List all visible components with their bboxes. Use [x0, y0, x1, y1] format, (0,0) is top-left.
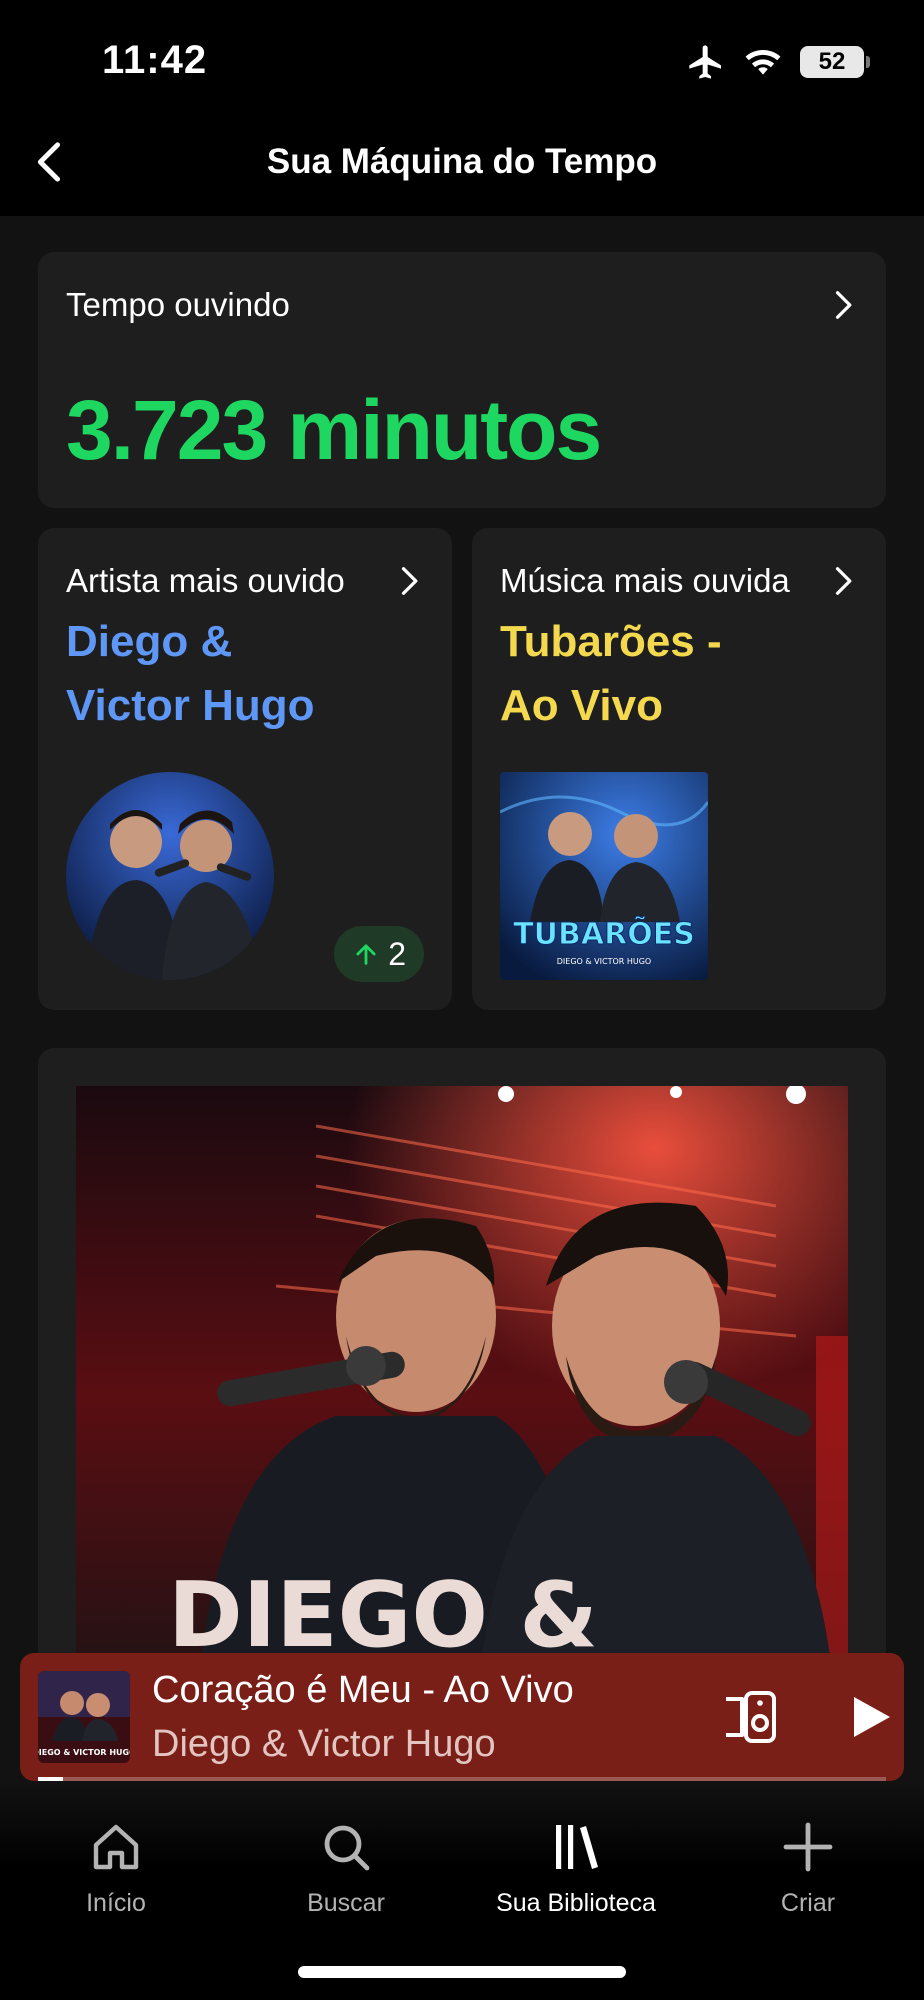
connect-device-button[interactable]: [720, 1687, 780, 1747]
page-title: Sua Máquina do Tempo: [266, 142, 658, 181]
tab-search-label: Buscar: [307, 1889, 385, 1917]
chevron-right-icon: [835, 291, 852, 319]
rank-change-value: 2: [388, 935, 406, 972]
tab-create[interactable]: Criar: [708, 1819, 908, 1918]
speaker-device-icon: [726, 1691, 776, 1743]
top-track-name: Tubarões - Ao Vivo: [500, 610, 840, 738]
airplane-icon: [689, 45, 721, 79]
home-icon: [93, 1824, 139, 1870]
battery-indicator: 52: [800, 46, 870, 78]
album-art: DIEGO &: [76, 1086, 848, 1706]
tab-home[interactable]: Início: [16, 1819, 216, 1918]
search-icon: [324, 1825, 370, 1871]
now-playing-artist: Diego & Victor Hugo: [152, 1723, 496, 1765]
arrow-up-icon: [356, 944, 376, 965]
track-cover-title: TUBARÕES: [513, 915, 695, 952]
chevron-right-icon: [835, 567, 852, 595]
track-cover-subtitle: DIEGO & VICTOR HUGO: [557, 957, 651, 966]
chevron-right-icon: [401, 567, 418, 595]
top-track-name-line2: Ao Vivo: [500, 681, 664, 730]
rank-change-badge: 2: [334, 926, 424, 982]
status-icons: 52: [686, 42, 870, 82]
top-track-label: Música mais ouvida: [500, 562, 790, 599]
now-playing-title: Coração é Meu - Ao Vivo: [152, 1669, 574, 1711]
play-icon: [854, 1697, 890, 1737]
tab-create-label: Criar: [780, 1889, 836, 1917]
top-artist-label: Artista mais ouvido: [66, 562, 345, 599]
tab-home-label: Início: [86, 1889, 146, 1917]
listening-time-card[interactable]: Tempo ouvindo 3.723 minutos: [38, 252, 886, 508]
top-artist-name-line2: Victor Hugo: [66, 681, 315, 730]
library-icon: [556, 1825, 598, 1869]
artist-photo: [66, 772, 274, 980]
tab-library-label: Sua Biblioteca: [496, 1889, 656, 1917]
plus-icon: [783, 1822, 833, 1872]
mini-player[interactable]: DIEGO & VICTOR HUGO Coração é Meu - Ao V…: [20, 1653, 904, 1781]
top-artist-name-line1: Diego &: [66, 617, 233, 666]
status-time: 11:42: [102, 38, 208, 82]
top-track-card[interactable]: Música mais ouvida Tubarões - Ao Vivo TU…: [472, 528, 886, 1010]
now-playing-cover: DIEGO & VICTOR HUGO: [38, 1671, 130, 1763]
top-artist-name: Diego & Victor Hugo: [66, 610, 406, 738]
album-card[interactable]: DIEGO &: [38, 1048, 886, 1748]
play-button[interactable]: [838, 1687, 898, 1747]
tab-library[interactable]: Sua Biblioteca: [476, 1819, 676, 1918]
home-indicator: [298, 1966, 626, 1978]
nav-bar: Sua Máquina do Tempo: [0, 110, 924, 216]
top-artist-card[interactable]: Artista mais ouvido Diego & Victor Hugo …: [38, 528, 452, 1010]
tab-search[interactable]: Buscar: [246, 1819, 446, 1918]
status-bar: 11:42 52: [0, 0, 924, 110]
track-cover: TUBARÕES DIEGO & VICTOR HUGO: [500, 772, 708, 980]
now-playing-cover-text: DIEGO & VICTOR HUGO: [38, 1748, 130, 1757]
top-track-name-line1: Tubarões -: [500, 617, 722, 666]
listening-time-label: Tempo ouvindo: [66, 286, 290, 323]
wifi-icon: [745, 49, 781, 75]
listening-time-value: 3.723 minutos: [66, 383, 602, 477]
